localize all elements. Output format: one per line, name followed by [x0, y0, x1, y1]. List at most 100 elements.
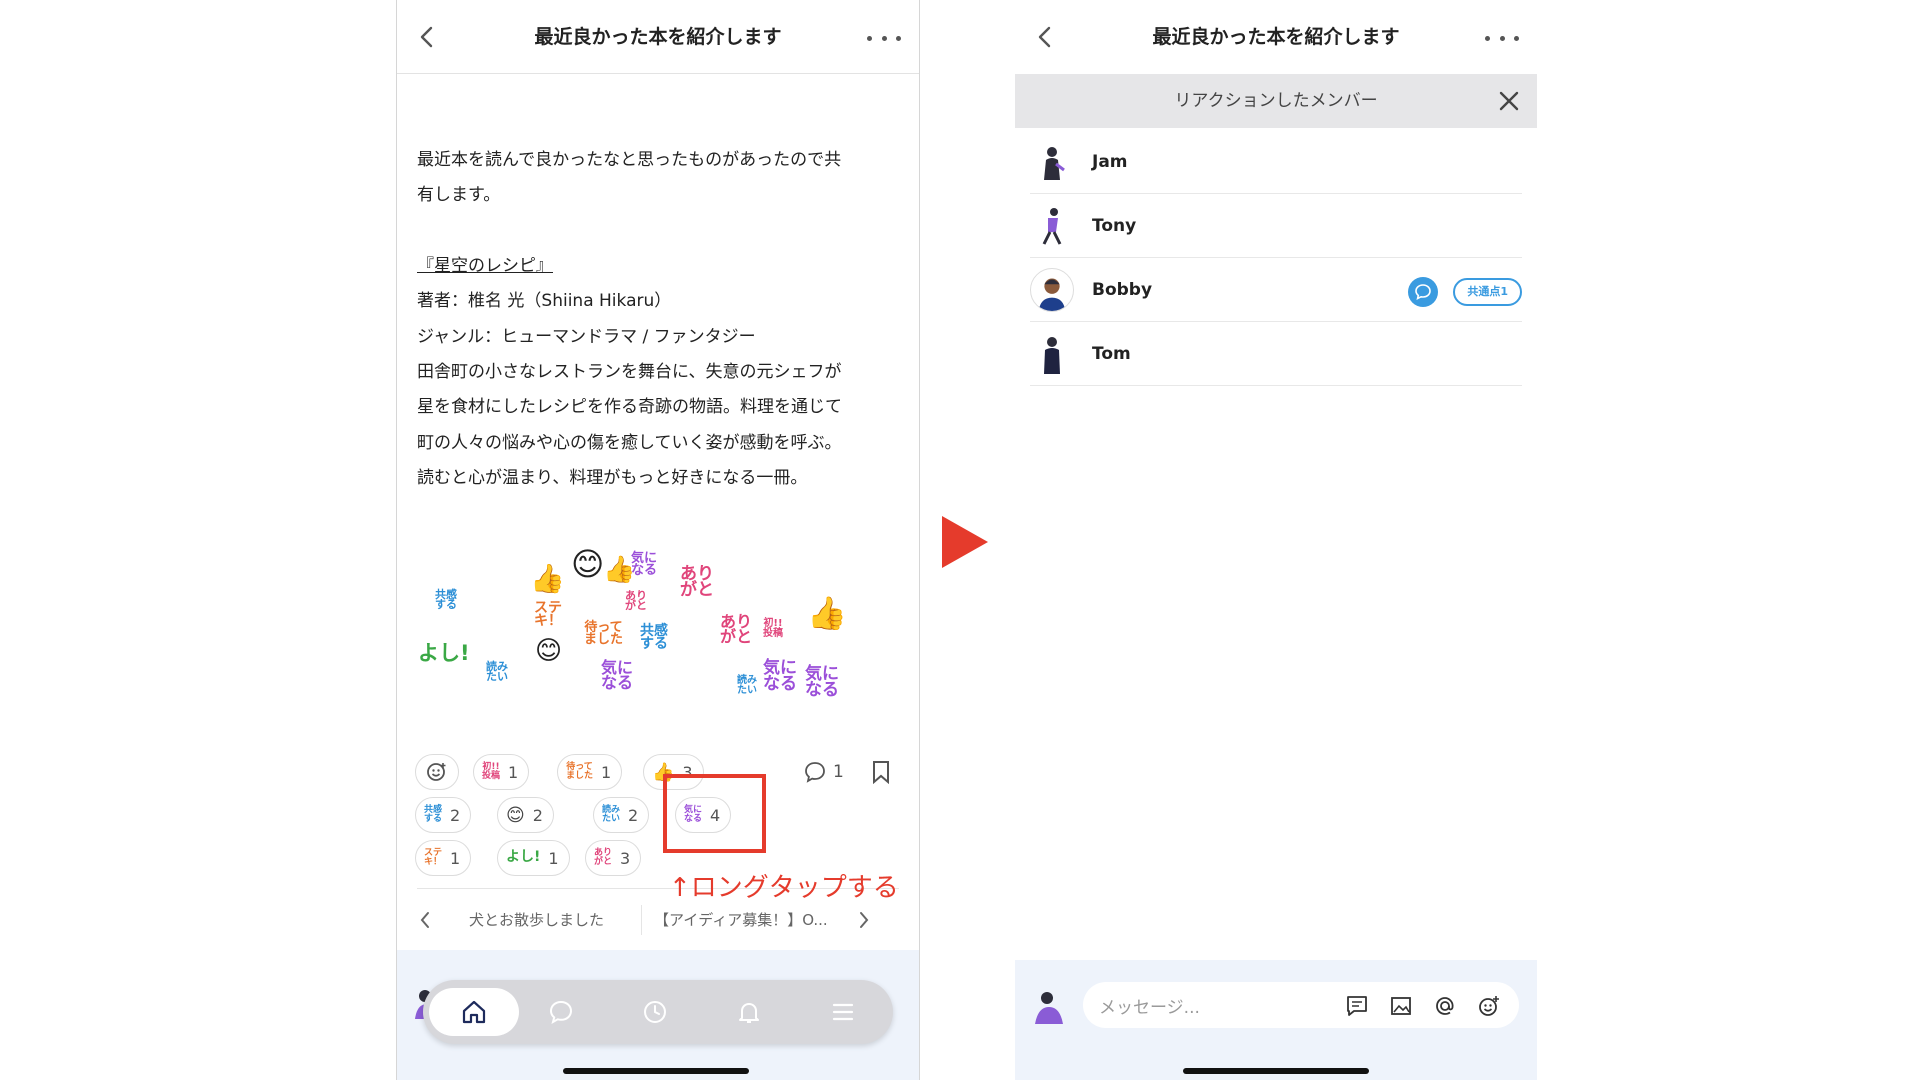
chevron-left-icon [420, 26, 433, 48]
chat-button[interactable] [1408, 277, 1438, 307]
avatar [1030, 332, 1074, 376]
reaction-count: 1 [548, 848, 559, 868]
smile-icon: 😊 [506, 804, 525, 826]
reaction-count: 2 [450, 805, 461, 825]
thumbs-up-sticker: 👍 [530, 562, 565, 595]
post-text-line: 読むと心が温まり、料理がもっと好きになる一冊。 [417, 468, 808, 489]
avatar-icon [1044, 336, 1060, 374]
highlight-box [663, 774, 766, 853]
bookmark-icon [873, 761, 889, 785]
comment-icon [805, 762, 825, 783]
reaction-label: 読み たい [602, 805, 621, 824]
bell-icon [739, 1003, 759, 1023]
close-button[interactable] [1497, 89, 1521, 113]
sticker-kyokan: 共感 する [640, 623, 668, 653]
reaction-count: 2 [628, 805, 639, 825]
member-row[interactable]: Tony [1030, 194, 1522, 258]
reaction-count: 2 [532, 805, 543, 825]
reaction-members-title: リアクションしたメンバー [1174, 91, 1378, 111]
reaction-chip-yoshi[interactable]: よし! 1 [497, 840, 570, 876]
message-placeholder: メッセージ... [1099, 997, 1200, 1018]
avatar-icon [1044, 146, 1065, 180]
reaction-label: 初!! 投稿 [482, 762, 501, 781]
chat-icon [549, 1000, 573, 1025]
next-post-link[interactable]: 【アイディア募集！】O... [654, 909, 844, 930]
post-text-line: 最近本を読んで良かったなと思ったものがあったので共 [417, 150, 842, 170]
back-button[interactable] [1029, 22, 1059, 52]
sticker-arigato: あり がと [720, 612, 753, 647]
image-button[interactable] [1387, 992, 1415, 1020]
chevron-left-icon [1038, 26, 1051, 48]
chevron-right-icon[interactable] [858, 911, 870, 929]
reaction-members-screen: 最近良かった本を紹介します リアクションしたメンバー Jam Tony Bobb… [1015, 0, 1537, 1080]
reaction-count: 3 [620, 848, 631, 868]
tab-notifications[interactable] [725, 988, 773, 1036]
tab-home[interactable] [429, 988, 519, 1036]
sticker-arigato: あり がと [625, 589, 647, 613]
mention-button[interactable] [1431, 992, 1459, 1020]
nav-bar: 最近良かった本を紹介します [397, 0, 919, 74]
close-icon [1499, 91, 1519, 111]
book-author: 著者：椎名 光（Shiina Hikaru） [417, 291, 672, 312]
member-row[interactable]: Bobby 共通点1 [1030, 258, 1522, 322]
reaction-chip-hatsu[interactable]: 初!! 投稿 1 [473, 754, 530, 790]
home-indicator [563, 1068, 749, 1074]
divider [641, 904, 642, 935]
sticker-yomitai: 読み たい [737, 675, 757, 696]
reaction-members-header: リアクションしたメンバー [1015, 74, 1537, 128]
member-row[interactable]: Jam [1030, 130, 1522, 194]
home-icon [462, 1000, 486, 1024]
tab-chat[interactable] [537, 988, 585, 1036]
add-emoji-icon [427, 763, 446, 781]
page-title: 最近良かった本を紹介します [534, 26, 782, 48]
user-avatar[interactable] [1029, 986, 1069, 1026]
avatar [1030, 267, 1074, 312]
reaction-chip-suteki[interactable]: ステ キ！ 1 [415, 840, 472, 876]
post-body: 最近本を読んで良かったなと思ったものがあったので共 有します。 『星空のレシピ』… [417, 143, 895, 497]
nav-bar: 最近良かった本を紹介します [1015, 0, 1537, 74]
message-tools [1343, 992, 1503, 1020]
sticker-hatsu: 初!! 投稿 [763, 618, 783, 639]
reaction-chip-matte[interactable]: 待って ました 1 [557, 754, 623, 790]
member-name: Jam [1092, 151, 1128, 172]
book-genre: ジャンル：ヒューマンドラマ / ファンタジー [417, 326, 756, 347]
transition-arrow-icon [942, 516, 988, 568]
message-bar: メッセージ... [1015, 960, 1537, 1080]
reaction-chip-arigato[interactable]: あり がと 3 [585, 840, 642, 876]
image-icon [1391, 997, 1411, 1015]
message-template-icon [1347, 996, 1367, 1016]
reaction-chip-yomitai[interactable]: 読み たい 2 [593, 797, 650, 833]
prev-post-link[interactable]: 犬とお散歩しました [469, 909, 629, 930]
more-options-icon[interactable] [867, 28, 901, 48]
reaction-label: 待って ました [566, 762, 594, 781]
tab-history[interactable] [631, 988, 679, 1036]
common-points-badge[interactable]: 共通点1 [1453, 278, 1522, 306]
template-button[interactable] [1343, 992, 1371, 1020]
reaction-chip-smile[interactable]: 😊 2 [497, 797, 554, 833]
reaction-label: よし! [506, 849, 541, 866]
reaction-count: 1 [508, 762, 519, 782]
add-reaction-button[interactable] [415, 754, 459, 790]
emoji-button[interactable] [1475, 992, 1503, 1020]
member-name: Tom [1092, 343, 1131, 364]
reaction-chip-kyokan[interactable]: 共感 する 2 [415, 797, 472, 833]
tab-bar [423, 980, 893, 1044]
back-button[interactable] [411, 22, 441, 52]
post-text-line: 田舎町の小さなレストランを舞台に、失意の元シェフが [417, 362, 842, 383]
tab-menu[interactable] [819, 988, 867, 1036]
more-options-icon[interactable] [1485, 28, 1519, 48]
comment-count[interactable]: 1 [803, 760, 844, 784]
sticker-kininaru: 気に なる [631, 551, 658, 579]
member-row[interactable]: Tom [1030, 322, 1522, 386]
comment-count-value: 1 [833, 762, 844, 782]
post-text-line: 星を食材にしたレシピを作る奇跡の物語。料理を通じて [417, 397, 842, 418]
message-input[interactable]: メッセージ... [1083, 982, 1519, 1028]
member-name: Tony [1092, 215, 1137, 236]
home-indicator [1183, 1068, 1369, 1074]
sticker-kininaru: 気に なる [763, 658, 797, 695]
chevron-left-icon[interactable] [419, 911, 431, 929]
reaction-label: ステ キ！ [424, 848, 443, 867]
avatar [1030, 140, 1074, 184]
instruction-callout: ↑ロングタップする [669, 873, 899, 903]
bookmark-button[interactable] [871, 760, 891, 788]
